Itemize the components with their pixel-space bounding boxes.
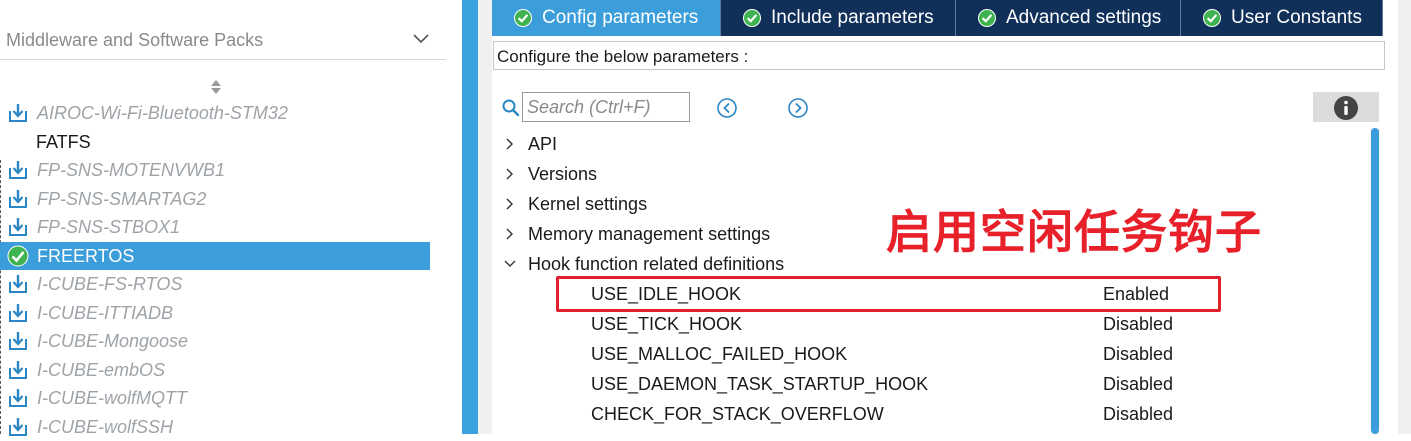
divider [0,59,446,60]
tab-user-constants[interactable]: User Constants [1181,0,1383,36]
search-icon [502,99,520,117]
tab-include-parameters[interactable]: Include parameters [721,0,956,36]
pack-item[interactable]: I-CUBE-ITTIADB [0,299,430,327]
chevron-down-icon[interactable] [500,254,520,274]
middleware-panel: Middleware and Software Packs AIROC-Wi-F… [0,0,448,437]
arrow-right-circle-icon[interactable] [787,97,809,119]
download-box-icon [9,275,27,293]
download-box-icon [9,190,27,208]
pack-label: I-CUBE-Mongoose [37,330,189,351]
param-name: USE_DAEMON_TASK_STARTUP_HOOK [591,374,929,394]
pack-label: I-CUBE-FS-RTOS [37,273,183,294]
check-circle-icon [1203,9,1221,27]
sort-icon[interactable] [208,77,224,97]
pack-label: I-CUBE-embOS [37,359,166,380]
pack-label: FP-SNS-STBOX1 [37,216,181,237]
check-circle-icon [978,9,996,27]
group-label: Versions [528,163,598,184]
param-row[interactable]: CHECK_FOR_STACK_OVERFLOW Disabled [590,399,1360,429]
group-row[interactable]: Hook function related definitions [500,249,784,279]
pack-item[interactable]: I-CUBE-wolfMQTT [0,384,430,412]
pack-item[interactable]: I-CUBE-wolfSSH [0,413,430,441]
pack-item[interactable]: I-CUBE-FS-RTOS [0,270,430,298]
pack-item[interactable]: I-CUBE-Mongoose [0,327,430,355]
param-row[interactable]: USE_TICK_HOOK Disabled [590,309,1360,339]
pack-label: I-CUBE-ITTIADB [37,302,174,323]
chevron-right-icon[interactable] [500,134,520,154]
pack-label: FREERTOS [37,245,135,266]
download-box-icon [9,218,27,236]
tab-config-parameters[interactable]: Config parameters [492,0,721,36]
search-input[interactable] [522,92,690,122]
tab-label: User Constants [1231,7,1362,28]
pack-item[interactable]: I-CUBE-embOS [0,356,430,384]
tab-label: Config parameters [542,7,699,28]
tab-label: Advanced settings [1006,7,1162,28]
chevron-right-icon[interactable] [500,194,520,214]
chevron-right-icon[interactable] [500,224,520,244]
param-name: CHECK_FOR_STACK_OVERFLOW [591,404,884,424]
tab-label: Include parameters [771,7,934,28]
group-row[interactable]: Memory management settings [500,219,770,249]
panel-splitter[interactable] [462,0,478,434]
pack-item[interactable]: FREERTOS [0,242,430,270]
config-header: Configure the below parameters : [493,41,1385,70]
pack-label: I-CUBE-wolfSSH [37,416,174,437]
download-box-icon [9,361,27,379]
param-row[interactable]: USE_DAEMON_TASK_STARTUP_HOOK Disabled [590,369,1360,399]
group-label: API [528,133,558,154]
group-row[interactable]: API [500,129,557,159]
param-name: USE_MALLOC_FAILED_HOOK [591,344,848,364]
pack-label: I-CUBE-wolfMQTT [37,387,187,408]
info-icon [1334,96,1358,120]
pack-label: FP-SNS-MOTENVWB1 [37,159,226,180]
pack-label: FP-SNS-SMARTAG2 [37,188,207,209]
group-label: Memory management settings [528,223,771,244]
group-row[interactable]: Kernel settings [500,189,647,219]
pack-label: AIROC-Wi-Fi-Bluetooth-STM32 [37,102,288,123]
chevron-down-icon[interactable] [410,30,432,48]
download-box-icon [9,104,27,122]
pack-label: FATFS [36,131,91,152]
info-button[interactable] [1313,92,1379,122]
splitter-gap [448,0,462,434]
scrollbar-thumb[interactable] [1371,128,1379,434]
param-value[interactable]: Disabled [1103,314,1173,335]
group-row[interactable]: Versions [500,159,597,189]
download-box-icon [9,332,27,350]
pack-item[interactable]: FP-SNS-STBOX1 [0,213,430,241]
check-circle-icon [743,9,761,27]
panel-edge [1398,0,1411,434]
chevron-right-icon[interactable] [500,164,520,184]
param-value[interactable]: Disabled [1103,404,1173,425]
check-circle-icon [514,9,532,27]
annotation-text: 启用空闲任务钩子 [886,205,1262,259]
tab-advanced-settings[interactable]: Advanced settings [956,0,1181,36]
group-label: Hook function related definitions [528,253,785,274]
download-box-icon [9,161,27,179]
pack-item[interactable]: FATFS [0,128,430,156]
download-box-icon [9,389,27,407]
group-label: Kernel settings [528,193,648,214]
tab-bar: Config parameters Include parameters Advan… [492,0,1383,36]
param-row[interactable]: USE_MALLOC_FAILED_HOOK Disabled [590,339,1360,369]
param-value[interactable]: Disabled [1103,344,1173,365]
param-name: USE_TICK_HOOK [591,314,743,334]
param-value[interactable]: Disabled [1103,374,1173,395]
pack-item[interactable]: FP-SNS-MOTENVWB1 [0,156,430,184]
download-box-icon [9,418,27,436]
green-check-icon [7,245,29,267]
pack-item[interactable]: FP-SNS-SMARTAG2 [0,185,430,213]
arrow-left-circle-icon[interactable] [716,97,738,119]
pack-item[interactable]: AIROC-Wi-Fi-Bluetooth-STM32 [0,99,430,127]
middleware-header: Middleware and Software Packs [6,30,264,50]
highlight-box [556,276,1221,312]
download-box-icon [9,304,27,322]
